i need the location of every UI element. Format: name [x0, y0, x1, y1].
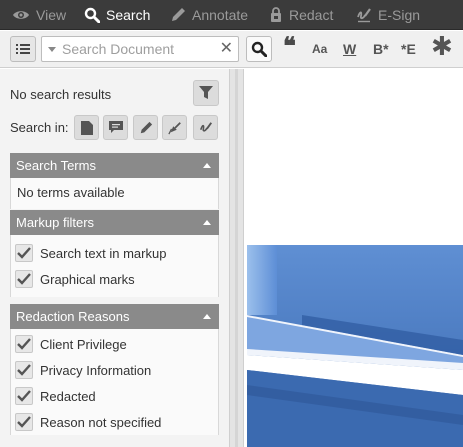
tab-redact-label: Redact	[289, 7, 334, 23]
tab-esign-label: E-Sign	[378, 7, 421, 23]
markup-filters-section: Markup filters Search text in markup Gra…	[10, 210, 219, 297]
list-icon	[16, 44, 30, 54]
redaction-reasons-section: Redaction Reasons Client Privilege Priva…	[10, 304, 219, 435]
match-case-option[interactable]: Aa	[312, 39, 327, 59]
eye-icon	[13, 11, 29, 19]
search-status: No search results	[10, 87, 112, 102]
markup-filter-item[interactable]: Search text in markup	[11, 240, 218, 266]
filter-icon	[199, 86, 213, 99]
search-terms-empty: No terms available	[10, 178, 219, 209]
search-panel: No search results Search in: Search Term…	[0, 69, 229, 447]
checkmark-icon	[17, 338, 31, 350]
search-submit-button[interactable]	[246, 36, 272, 62]
collapse-icon[interactable]	[203, 220, 211, 225]
begins-with-option[interactable]: B*	[373, 39, 389, 59]
tab-annotate-label: Annotate	[192, 7, 249, 23]
search-in-comments-button[interactable]	[103, 115, 128, 140]
redaction-reason-item[interactable]: Reason not specified	[11, 409, 218, 435]
ends-with-option[interactable]: *E	[401, 39, 416, 59]
redaction-reason-label: Privacy Information	[40, 362, 152, 378]
search-in-annotations-button[interactable]	[133, 115, 158, 140]
checkbox[interactable]	[15, 413, 33, 431]
search-icon	[84, 7, 100, 23]
filter-button[interactable]	[193, 80, 219, 106]
panel-splitter[interactable]	[229, 69, 244, 447]
tab-view[interactable]: View	[12, 0, 66, 30]
redaction-reason-item[interactable]: Redacted	[11, 383, 218, 409]
redaction-reason-label: Redacted	[40, 388, 96, 404]
clear-search-icon[interactable]: ✕	[220, 39, 233, 59]
search-in-signatures-button[interactable]	[193, 115, 218, 140]
tab-annotate[interactable]: Annotate	[170, 0, 248, 30]
search-in-label: Search in:	[10, 120, 69, 135]
tab-search-label: Search	[106, 7, 151, 23]
redaction-reason-item[interactable]: Privacy Information	[11, 357, 218, 383]
markup-filter-item[interactable]: Graphical marks	[11, 266, 218, 292]
search-history-dropdown[interactable]	[48, 47, 56, 52]
markup-filter-label: Graphical marks	[40, 271, 135, 287]
comment-icon	[108, 121, 123, 133]
esign-icon	[357, 8, 371, 23]
tab-redact[interactable]: Redact	[269, 0, 333, 30]
search-box: ✕	[41, 36, 239, 62]
document-page-image	[247, 245, 463, 447]
whole-word-option[interactable]: W	[343, 39, 356, 59]
markup-filters-title: Markup filters	[16, 215, 95, 230]
markup-filter-label: Search text in markup	[40, 245, 167, 261]
wildcard-option[interactable]: ✱	[431, 31, 453, 61]
results-list-toggle[interactable]	[10, 36, 36, 62]
markup-filters-header[interactable]: Markup filters	[10, 210, 219, 235]
checkbox[interactable]	[15, 361, 33, 379]
redact-icon	[167, 121, 181, 134]
collapse-icon[interactable]	[203, 314, 211, 319]
search-toolbar: ✕ ❝ Aa W B* *E ✱	[0, 31, 463, 68]
tab-esign[interactable]: E-Sign	[356, 0, 420, 30]
redaction-reason-item[interactable]: Client Privilege	[11, 331, 218, 357]
top-toolbar: View Search Annotate Redact E-Sign	[0, 0, 463, 30]
checkmark-icon	[17, 390, 31, 402]
checkmark-icon	[17, 416, 31, 428]
redaction-reason-label: Client Privilege	[40, 336, 127, 352]
document-viewer[interactable]	[245, 69, 463, 447]
search-in-redactions-button[interactable]	[162, 115, 187, 140]
search-in-document-button[interactable]	[74, 115, 99, 140]
checkbox[interactable]	[15, 335, 33, 353]
collapse-icon[interactable]	[203, 163, 211, 168]
document-icon	[80, 120, 93, 135]
checkbox[interactable]	[15, 270, 33, 288]
search-icon	[251, 41, 267, 57]
checkbox[interactable]	[15, 387, 33, 405]
checkmark-icon	[17, 247, 31, 259]
search-terms-title: Search Terms	[16, 158, 96, 173]
esign-icon	[199, 121, 212, 132]
checkmark-icon	[17, 273, 31, 285]
redaction-reasons-header[interactable]: Redaction Reasons	[10, 304, 219, 329]
checkbox[interactable]	[15, 244, 33, 262]
checkmark-icon	[17, 364, 31, 376]
tab-view-label: View	[36, 7, 67, 23]
redact-icon	[271, 7, 281, 22]
pen-icon	[140, 121, 152, 133]
search-terms-section: Search Terms No terms available	[10, 153, 219, 209]
search-input[interactable]	[62, 40, 212, 58]
search-terms-header[interactable]: Search Terms	[10, 153, 219, 178]
exact-phrase-option[interactable]: ❝	[283, 31, 296, 60]
tab-search[interactable]: Search	[84, 0, 150, 30]
pen-icon	[172, 8, 185, 21]
redaction-reason-label: Reason not specified	[40, 414, 162, 430]
redaction-reasons-title: Redaction Reasons	[16, 309, 130, 324]
